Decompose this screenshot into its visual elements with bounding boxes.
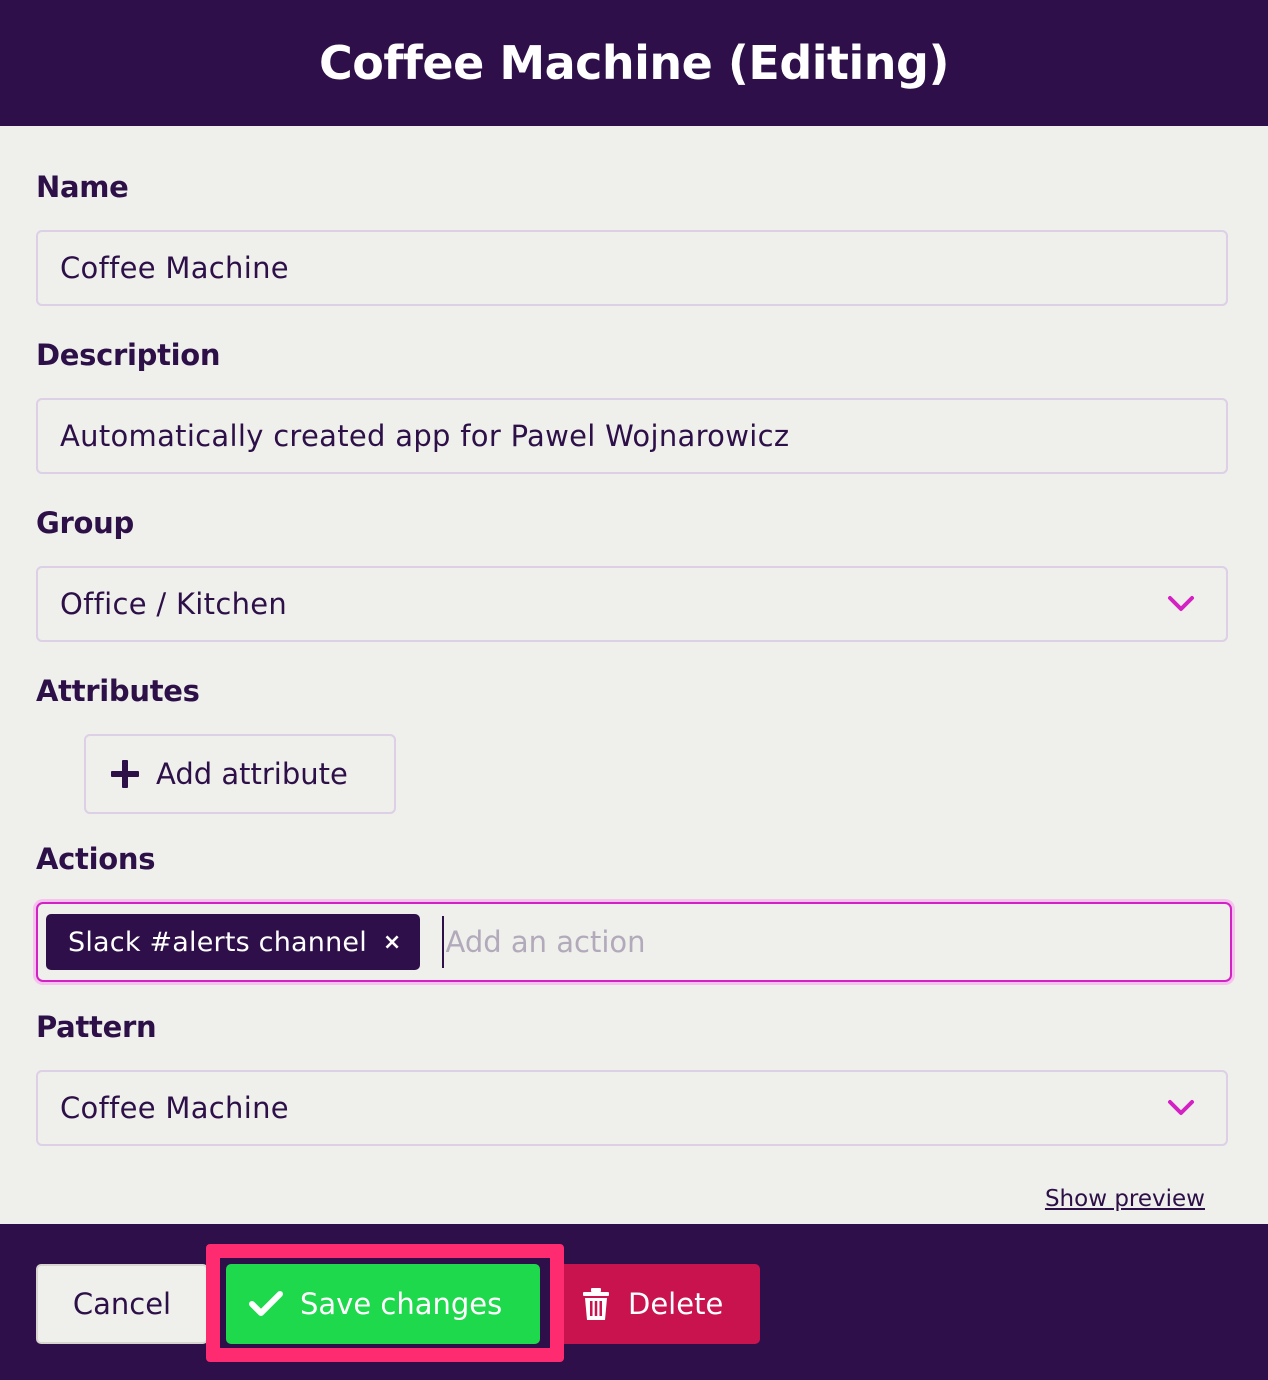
cancel-label: Cancel (72, 1287, 172, 1321)
save-button[interactable]: Save changes (226, 1264, 540, 1344)
page-header: Coffee Machine (Editing) (0, 0, 1268, 126)
check-icon (249, 1291, 283, 1316)
chevron-down-icon (1168, 596, 1194, 611)
pattern-select[interactable]: Coffee Machine (36, 1070, 1228, 1146)
description-input[interactable]: Automatically created app for Pawel Wojn… (36, 398, 1228, 474)
close-icon[interactable]: × (383, 930, 402, 955)
chevron-down-icon (1168, 1100, 1194, 1115)
add-attribute-button[interactable]: Add attribute (84, 734, 396, 814)
page-title: Coffee Machine (Editing) (319, 36, 949, 90)
cancel-button[interactable]: Cancel (36, 1264, 208, 1344)
show-preview-link[interactable]: Show preview (1045, 1186, 1205, 1212)
delete-label: Delete (628, 1287, 724, 1321)
name-label: Name (36, 170, 129, 204)
description-label: Description (36, 338, 221, 372)
plus-icon (111, 760, 139, 788)
footer-bar: Cancel Save changes Delete (0, 1224, 1268, 1380)
pattern-label: Pattern (36, 1010, 157, 1044)
name-input[interactable]: Coffee Machine (36, 230, 1228, 306)
group-select[interactable]: Office / Kitchen (36, 566, 1228, 642)
group-label: Group (36, 506, 134, 540)
name-value: Coffee Machine (60, 251, 289, 285)
add-attribute-label: Add attribute (156, 757, 348, 791)
actions-label: Actions (36, 842, 156, 876)
actions-input-container[interactable]: Slack #alerts channel × (36, 902, 1232, 982)
pattern-value: Coffee Machine (60, 1091, 289, 1125)
description-value: Automatically created app for Pawel Wojn… (60, 419, 790, 453)
group-value: Office / Kitchen (60, 587, 288, 621)
attributes-label: Attributes (36, 674, 200, 708)
edit-form: Name Coffee Machine Description Automati… (0, 126, 1268, 1224)
action-tag-label: Slack #alerts channel (68, 926, 367, 958)
add-action-input[interactable] (441, 916, 1148, 968)
delete-button[interactable]: Delete (564, 1264, 760, 1344)
trash-icon (583, 1288, 609, 1320)
save-label: Save changes (300, 1287, 503, 1321)
action-tag: Slack #alerts channel × (46, 914, 420, 970)
